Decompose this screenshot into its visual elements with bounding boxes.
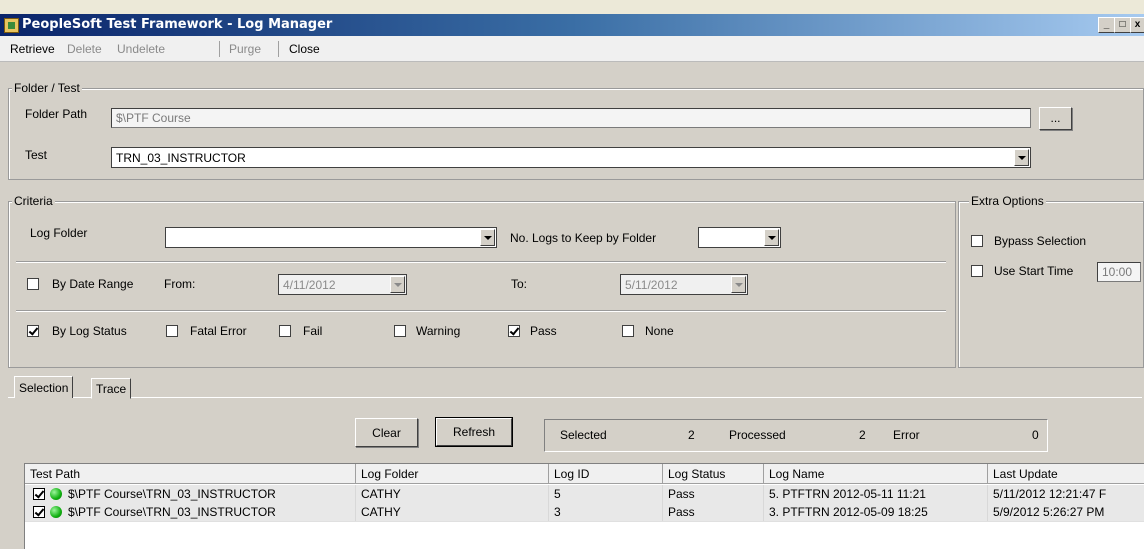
log-grid: Test Path Log Folder Log ID Log Status L… (24, 463, 1144, 549)
pass-checkbox[interactable] (508, 325, 520, 337)
fail-label: Fail (303, 324, 323, 338)
cell-test-path: $\PTF Course\TRN_03_INSTRUCTOR (63, 485, 356, 503)
refresh-button[interactable]: Refresh (435, 417, 513, 447)
fatal-error-checkbox[interactable] (166, 325, 178, 337)
column-header-last-update[interactable]: Last Update (988, 464, 1144, 484)
chevron-down-icon[interactable] (390, 276, 405, 293)
processed-count: 2 (859, 428, 866, 442)
close-button[interactable]: Close (289, 42, 320, 56)
chevron-down-icon[interactable] (764, 229, 779, 246)
criteria-divider (16, 310, 946, 312)
close-window-button[interactable]: x (1130, 17, 1144, 33)
tab-trace[interactable]: Trace (91, 378, 132, 399)
tab-strip-line (8, 397, 1142, 398)
extra-options-legend: Extra Options (969, 194, 1046, 208)
folder-test-legend: Folder / Test (12, 81, 82, 95)
toolbar-separator (219, 41, 220, 57)
to-label: To: (511, 277, 528, 291)
fatal-error-label: Fatal Error (190, 324, 247, 338)
chevron-down-icon[interactable] (480, 229, 495, 246)
logs-to-keep-dropdown[interactable] (698, 227, 781, 248)
cell-log-id: 3 (549, 503, 663, 521)
browse-folder-button[interactable]: ... (1039, 107, 1072, 130)
by-log-status-checkbox[interactable] (27, 325, 39, 337)
test-value: TRN_03_INSTRUCTOR (116, 151, 246, 165)
cell-log-folder: CATHY (356, 485, 549, 503)
fail-checkbox[interactable] (279, 325, 291, 337)
chevron-down-icon[interactable] (1014, 149, 1029, 166)
selected-label: Selected (560, 428, 607, 442)
cell-log-id: 5 (549, 485, 663, 503)
maximize-button[interactable]: □ (1114, 17, 1131, 33)
logs-to-keep-label: No. Logs to Keep by Folder (510, 231, 657, 245)
bypass-selection-label: Bypass Selection (994, 234, 1087, 248)
chevron-down-icon[interactable] (731, 276, 746, 293)
undelete-button[interactable]: Undelete (117, 42, 165, 56)
toolbar-separator (278, 41, 279, 57)
delete-button[interactable]: Delete (67, 42, 102, 56)
log-folder-label: Log Folder (30, 226, 88, 240)
folder-path-label: Folder Path (25, 107, 88, 121)
column-header-log-folder[interactable]: Log Folder (356, 464, 549, 484)
empty-row (25, 521, 1144, 540)
start-time-field[interactable]: 10:00 (1097, 262, 1141, 282)
status-panel: Selected 2 Processed 2 Error 0 (544, 419, 1048, 452)
title-bar: PeopleSoft Test Framework - Log Manager … (0, 14, 1144, 36)
processed-label: Processed (729, 428, 786, 442)
app-icon (4, 18, 19, 33)
table-row[interactable]: $\PTF Course\TRN_03_INSTRUCTOR CATHY 5 P… (25, 485, 1144, 503)
window-title: PeopleSoft Test Framework - Log Manager (22, 17, 333, 32)
by-date-range-checkbox[interactable] (27, 278, 39, 290)
selected-count: 2 (688, 428, 695, 442)
use-start-time-checkbox[interactable] (971, 265, 983, 277)
column-header-log-name[interactable]: Log Name (764, 464, 988, 484)
column-header-log-id[interactable]: Log ID (549, 464, 663, 484)
test-label: Test (25, 148, 48, 162)
status-green-icon (50, 506, 62, 518)
folder-path-field[interactable]: $\PTF Course (111, 108, 1031, 128)
column-header-log-status[interactable]: Log Status (663, 464, 764, 484)
criteria-legend: Criteria (12, 194, 55, 208)
status-green-icon (50, 488, 62, 500)
clear-button[interactable]: Clear (355, 418, 418, 447)
table-row[interactable]: $\PTF Course\TRN_03_INSTRUCTOR CATHY 3 P… (25, 503, 1144, 521)
cell-log-status: Pass (663, 485, 764, 503)
use-start-time-label: Use Start Time (994, 264, 1074, 278)
cell-test-path: $\PTF Course\TRN_03_INSTRUCTOR (63, 503, 356, 521)
toolbar: Retrieve Delete Undelete Purge Close (0, 36, 1144, 62)
from-label: From: (164, 277, 196, 291)
row-select-checkbox[interactable] (33, 506, 45, 518)
top-strip (0, 0, 1144, 14)
criteria-divider (16, 261, 946, 263)
from-date-value: 4/11/2012 (283, 278, 336, 292)
none-label: None (645, 324, 674, 338)
warning-checkbox[interactable] (394, 325, 406, 337)
minimize-button[interactable]: _ (1098, 17, 1115, 33)
test-dropdown[interactable]: TRN_03_INSTRUCTOR (111, 147, 1031, 168)
none-checkbox[interactable] (622, 325, 634, 337)
log-folder-dropdown[interactable] (165, 227, 497, 248)
by-date-range-label: By Date Range (52, 277, 134, 291)
tab-selection[interactable]: Selection (14, 376, 74, 398)
bypass-selection-checkbox[interactable] (971, 235, 983, 247)
from-date-picker[interactable]: 4/11/2012 (278, 274, 407, 295)
to-date-picker[interactable]: 5/11/2012 (620, 274, 748, 295)
cell-log-status: Pass (663, 503, 764, 521)
cell-log-name: 3. PTFTRN 2012-05-09 18:25 (764, 503, 988, 521)
cell-last-update: 5/9/2012 5:26:27 PM (988, 503, 1144, 521)
cell-log-name: 5. PTFTRN 2012-05-11 11:21 (764, 485, 988, 503)
column-header-test-path[interactable]: Test Path (25, 464, 356, 484)
error-count: 0 (1032, 428, 1039, 442)
row-select-checkbox[interactable] (33, 488, 45, 500)
to-date-value: 5/11/2012 (625, 278, 678, 292)
by-log-status-label: By Log Status (52, 324, 127, 338)
purge-button[interactable]: Purge (229, 42, 261, 56)
retrieve-button[interactable]: Retrieve (10, 42, 55, 56)
error-label: Error (893, 428, 920, 442)
pass-label: Pass (530, 324, 557, 338)
cell-log-folder: CATHY (356, 503, 549, 521)
extra-options-group (958, 201, 1144, 368)
cell-last-update: 5/11/2012 12:21:47 F (988, 485, 1144, 503)
warning-label: Warning (416, 324, 461, 338)
